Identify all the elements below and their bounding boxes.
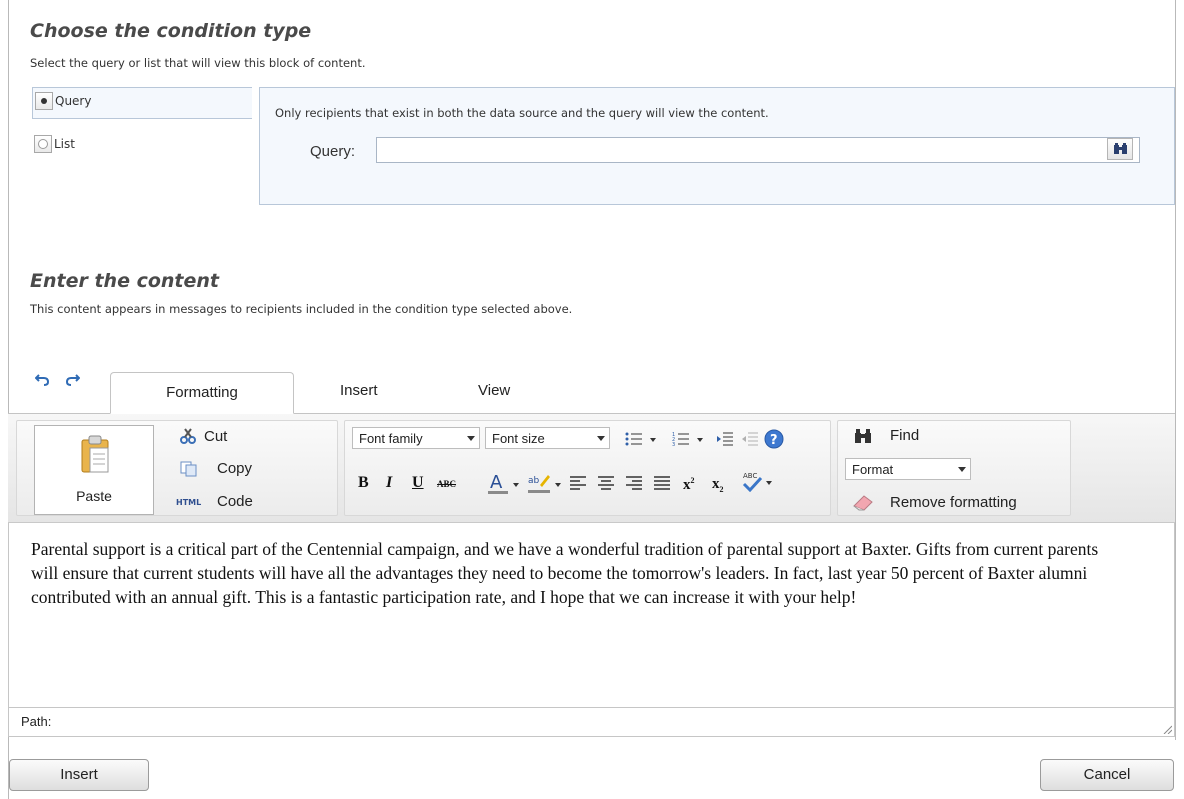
- chevron-down-icon[interactable]: [650, 438, 656, 442]
- font-family-value: Font family: [359, 431, 423, 446]
- subscript-button[interactable]: x2: [712, 476, 724, 494]
- chevron-down-icon: [958, 467, 966, 472]
- copy-icon[interactable]: [180, 461, 198, 477]
- query-label: Query:: [310, 143, 356, 160]
- list-option-label: List: [54, 137, 75, 151]
- align-center-icon[interactable]: [598, 476, 614, 490]
- chevron-down-icon[interactable]: [766, 481, 772, 485]
- font-size-value: Font size: [492, 431, 545, 446]
- query-panel: Only recipients that exist in both the d…: [259, 87, 1175, 205]
- binoculars-icon[interactable]: [853, 428, 873, 444]
- condition-option-query[interactable]: Query: [32, 87, 252, 119]
- svg-text:?: ?: [770, 433, 778, 448]
- chevron-down-icon: [467, 436, 475, 441]
- chevron-down-icon[interactable]: [697, 438, 703, 442]
- help-icon[interactable]: ?: [764, 429, 784, 449]
- copy-button[interactable]: Copy: [217, 460, 252, 477]
- condition-option-list[interactable]: List: [32, 131, 250, 163]
- svg-text:ABC: ABC: [743, 472, 757, 480]
- svg-text:3: 3: [672, 442, 675, 447]
- chevron-down-icon[interactable]: [555, 483, 561, 487]
- editor-path-bar: Path:: [8, 707, 1175, 737]
- cancel-button[interactable]: Cancel: [1040, 759, 1174, 791]
- html-icon: HTML: [176, 498, 202, 507]
- numbered-list-icon[interactable]: 1 2 3: [672, 431, 690, 447]
- svg-text:ab: ab: [528, 476, 540, 486]
- binoculars-icon: [1114, 143, 1127, 154]
- undo-icon[interactable]: [35, 372, 51, 386]
- condition-type-heading: Choose the condition type: [30, 20, 312, 42]
- list-radio[interactable]: [34, 135, 52, 153]
- font-size-select[interactable]: Font size: [485, 427, 610, 449]
- editor-body-text[interactable]: Parental support is a critical part of t…: [31, 537, 1114, 609]
- find-button[interactable]: Find: [890, 427, 919, 444]
- underline-button[interactable]: U: [412, 474, 424, 492]
- query-input[interactable]: [376, 137, 1140, 163]
- font-family-select[interactable]: Font family: [352, 427, 480, 449]
- query-option-label: Query: [55, 94, 92, 108]
- paste-label: Paste: [76, 488, 112, 504]
- bullet-list-icon[interactable]: [625, 431, 643, 447]
- editor-content-area[interactable]: Parental support is a critical part of t…: [8, 523, 1175, 708]
- format-select[interactable]: Format: [845, 458, 971, 480]
- clipboard-icon: [81, 435, 109, 473]
- align-right-icon[interactable]: [626, 476, 642, 490]
- strikethrough-button[interactable]: ABC: [437, 479, 456, 489]
- outdent-icon[interactable]: [741, 431, 759, 447]
- format-select-value: Format: [852, 462, 894, 477]
- condition-type-list: Query List: [32, 87, 260, 205]
- path-label: Path:: [21, 714, 52, 729]
- svg-text:A: A: [490, 472, 503, 493]
- cut-button[interactable]: Cut: [204, 428, 227, 445]
- content-heading: Enter the content: [30, 270, 219, 292]
- condition-type-subtitle: Select the query or list that will view …: [30, 56, 366, 70]
- eraser-icon[interactable]: [852, 492, 876, 512]
- superscript-button[interactable]: x2: [683, 476, 695, 494]
- query-info-text: Only recipients that exist in both the d…: [275, 106, 769, 120]
- tab-insert[interactable]: Insert: [340, 382, 378, 399]
- tab-formatting[interactable]: Formatting: [110, 372, 294, 414]
- code-button[interactable]: Code: [217, 493, 253, 510]
- tab-view[interactable]: View: [478, 382, 510, 399]
- insert-button[interactable]: Insert: [9, 759, 149, 791]
- query-radio[interactable]: [35, 92, 53, 110]
- font-color-icon[interactable]: A: [487, 472, 509, 496]
- indent-icon[interactable]: [716, 431, 734, 447]
- remove-formatting-button[interactable]: Remove formatting: [890, 494, 1017, 511]
- spellcheck-icon[interactable]: ABC: [741, 470, 763, 492]
- redo-icon[interactable]: [64, 372, 80, 386]
- radio-ring: [38, 139, 48, 149]
- bold-button[interactable]: B: [358, 474, 369, 492]
- resize-grip-icon[interactable]: [1162, 724, 1172, 734]
- justify-icon[interactable]: [654, 476, 670, 490]
- content-subtitle: This content appears in messages to reci…: [30, 302, 573, 316]
- chevron-down-icon: [597, 436, 605, 441]
- paste-button[interactable]: Paste: [34, 425, 154, 515]
- highlight-color-icon[interactable]: ab: [527, 471, 551, 495]
- italic-button[interactable]: I: [386, 474, 392, 492]
- radio-dot: [41, 98, 47, 104]
- scissors-icon[interactable]: [180, 428, 196, 444]
- dialog-border-right: [1175, 0, 1176, 740]
- align-left-icon[interactable]: [570, 476, 586, 490]
- query-browse-button[interactable]: [1107, 138, 1133, 160]
- chevron-down-icon[interactable]: [513, 483, 519, 487]
